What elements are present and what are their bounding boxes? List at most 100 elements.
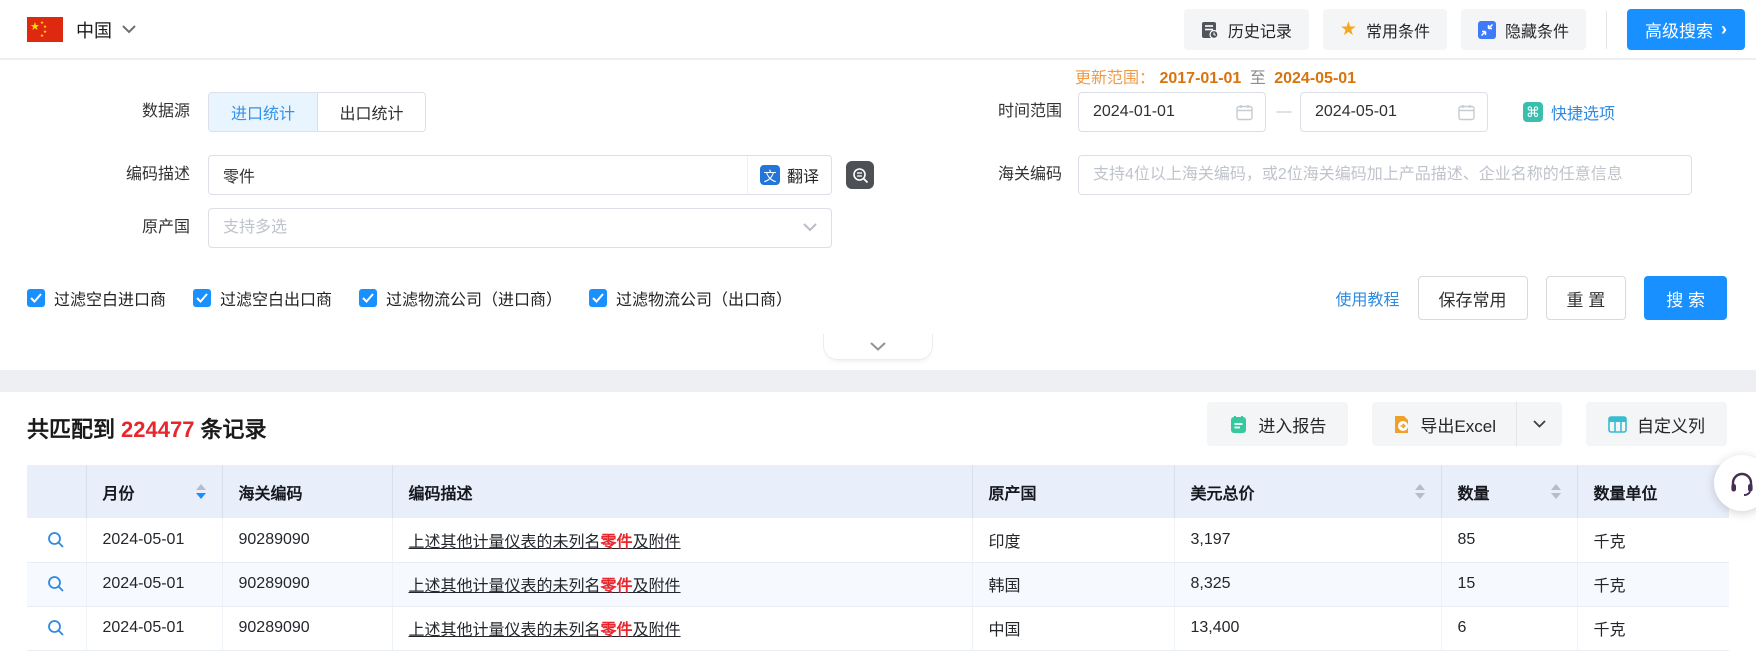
row-detail-search-icon[interactable]	[43, 531, 70, 549]
export-excel-button[interactable]: 导出Excel	[1372, 402, 1516, 446]
cell-qty: 6	[1441, 606, 1578, 651]
cell-usd: 3,197	[1174, 518, 1442, 563]
hs-code-field[interactable]	[1078, 155, 1692, 195]
china-flag-icon: ★ ★ ★ ★ ★	[27, 17, 63, 42]
date-range-separator: —	[1276, 103, 1292, 120]
header-quantity[interactable]: 数量	[1441, 465, 1578, 518]
chevron-down-icon	[870, 342, 886, 351]
sort-usd-icon[interactable]	[1414, 484, 1425, 499]
table-row: 2024-05-01 90289090 上述其他计量仪表的未列名零件及附件 中国…	[27, 606, 1729, 651]
filter-label: 过滤空白进口商	[54, 292, 167, 309]
cell-origin: 中国	[972, 606, 1175, 651]
cell-description[interactable]: 上述其他计量仪表的未列名零件及附件	[392, 518, 973, 563]
filter-logistics-exporter[interactable]: 过滤物流公司（出口商）	[589, 286, 792, 310]
search-button[interactable]: 搜 索	[1644, 276, 1727, 320]
checkbox-checked-icon[interactable]	[27, 289, 45, 307]
export-split-button: 导出Excel	[1372, 402, 1562, 446]
origin-label: 原产国	[141, 219, 190, 236]
history-icon	[1201, 21, 1219, 39]
highlight-keyword: 零件	[600, 578, 633, 595]
cell-hs-code: 90289090	[222, 562, 393, 607]
origin-select[interactable]	[208, 208, 832, 248]
reset-button[interactable]: 重 置	[1545, 276, 1627, 320]
table-row: 2024-05-01 90289090 上述其他计量仪表的未列名零件及附件 韩国…	[27, 562, 1729, 607]
tab-export-stats[interactable]: 出口统计	[317, 93, 425, 131]
cell-unit: 千克	[1577, 606, 1729, 651]
chevron-down-icon	[803, 223, 817, 232]
collapse-panel-tab[interactable]	[823, 334, 933, 360]
time-range-label: 时间范围	[997, 103, 1062, 120]
row-detail-search-icon[interactable]	[43, 619, 70, 637]
report-icon	[1231, 415, 1247, 433]
summary-prefix: 共匹配到	[27, 417, 116, 442]
collapse-icon	[1477, 20, 1496, 39]
highlight-keyword: 零件	[600, 533, 633, 551]
code-desc-field[interactable]: 文 翻译	[208, 155, 832, 195]
favorites-label: 常用条件	[1365, 23, 1430, 41]
command-icon: ⌘	[1523, 102, 1543, 122]
table-row: 2024-05-01 90289090 上述其他计量仪表的未列名零件及附件 印度…	[27, 518, 1729, 563]
star-icon: ★	[1339, 19, 1357, 40]
start-date-field[interactable]	[1078, 92, 1266, 132]
header-unit: 数量单位	[1577, 465, 1729, 518]
export-options-button[interactable]	[1516, 402, 1562, 446]
translate-button[interactable]: 文 翻译	[746, 156, 819, 194]
quick-options-link[interactable]: ⌘ 快捷选项	[1523, 92, 1615, 132]
history-button[interactable]: 历史记录	[1183, 9, 1309, 50]
end-date-field[interactable]	[1300, 92, 1488, 132]
cell-description[interactable]: 上述其他计量仪表的未列名零件及附件	[392, 606, 973, 651]
headset-icon	[1731, 472, 1753, 496]
search-options-button[interactable]	[846, 161, 874, 189]
calendar-icon	[1236, 105, 1253, 121]
chevron-down-icon	[1533, 420, 1546, 428]
header-origin: 原产国	[972, 465, 1175, 518]
tutorial-link[interactable]: 使用教程	[1336, 286, 1400, 310]
save-favorite-button[interactable]: 保存常用	[1417, 276, 1528, 320]
hs-code-input[interactable]	[1079, 156, 1691, 194]
custom-columns-label: 自定义列	[1637, 416, 1705, 436]
filter-label: 过滤物流公司（进口商）	[386, 292, 563, 309]
favorites-button[interactable]: ★ 常用条件	[1322, 9, 1447, 50]
row-detail-search-icon[interactable]	[43, 575, 70, 593]
filter-blank-importer[interactable]: 过滤空白进口商	[27, 286, 166, 310]
cell-description[interactable]: 上述其他计量仪表的未列名零件及附件	[392, 562, 973, 607]
results-panel: 共匹配到 224477 条记录 进入报告 导出Excel 自定义列 月份 海关编…	[0, 392, 1756, 658]
search-lines-icon	[852, 167, 868, 183]
enter-report-button[interactable]: 进入报告	[1207, 402, 1349, 446]
checkbox-checked-icon[interactable]	[589, 289, 608, 307]
custom-columns-button[interactable]: 自定义列	[1586, 402, 1727, 446]
advanced-search-button[interactable]: 高级搜索 ›	[1627, 9, 1745, 50]
cell-hs-code: 90289090	[222, 606, 393, 651]
header-row-tools	[27, 465, 87, 518]
chevron-right-icon: ›	[1721, 19, 1727, 39]
hide-conditions-button[interactable]: 隐藏条件	[1460, 9, 1586, 50]
filter-blank-exporter[interactable]: 过滤空白出口商	[193, 286, 332, 310]
cell-usd: 8,325	[1174, 562, 1442, 607]
tab-import-stats[interactable]: 进口统计	[209, 93, 317, 131]
code-desc-input[interactable]	[209, 156, 831, 194]
checkbox-checked-icon[interactable]	[359, 289, 378, 307]
results-count: 224477	[121, 417, 195, 442]
update-range-to: 2024-05-01	[1274, 70, 1357, 87]
update-range: 更新范围： 2017-01-01 至 2024-05-01	[1075, 64, 1356, 88]
header-month[interactable]: 月份	[86, 465, 223, 518]
filter-logistics-importer[interactable]: 过滤物流公司（进口商）	[359, 286, 562, 310]
export-excel-icon	[1395, 415, 1409, 433]
quick-options-label: 快捷选项	[1551, 106, 1616, 123]
header-hs-code: 海关编码	[222, 465, 393, 518]
cell-qty: 15	[1441, 562, 1578, 607]
cell-month: 2024-05-01	[86, 606, 223, 651]
country-label: 中国	[76, 20, 112, 41]
sort-quantity-icon[interactable]	[1550, 484, 1561, 499]
update-range-from: 2017-01-01	[1159, 70, 1242, 87]
checkbox-checked-icon[interactable]	[193, 289, 212, 307]
topbar: ★ ★ ★ ★ ★ 中国 历史记录 ★ 常用条件 隐藏条件 高级搜索 ›	[0, 0, 1756, 59]
header-usd-total[interactable]: 美元总价	[1174, 465, 1442, 518]
results-summary: 共匹配到 224477 条记录	[27, 412, 266, 444]
hs-code-label: 海关编码	[997, 166, 1062, 183]
sort-month-icon[interactable]	[195, 484, 206, 499]
country-selector[interactable]: 中国	[76, 0, 136, 59]
origin-input[interactable]	[209, 209, 831, 247]
highlight-keyword: 零件	[600, 622, 633, 639]
cell-unit: 千克	[1577, 518, 1729, 563]
